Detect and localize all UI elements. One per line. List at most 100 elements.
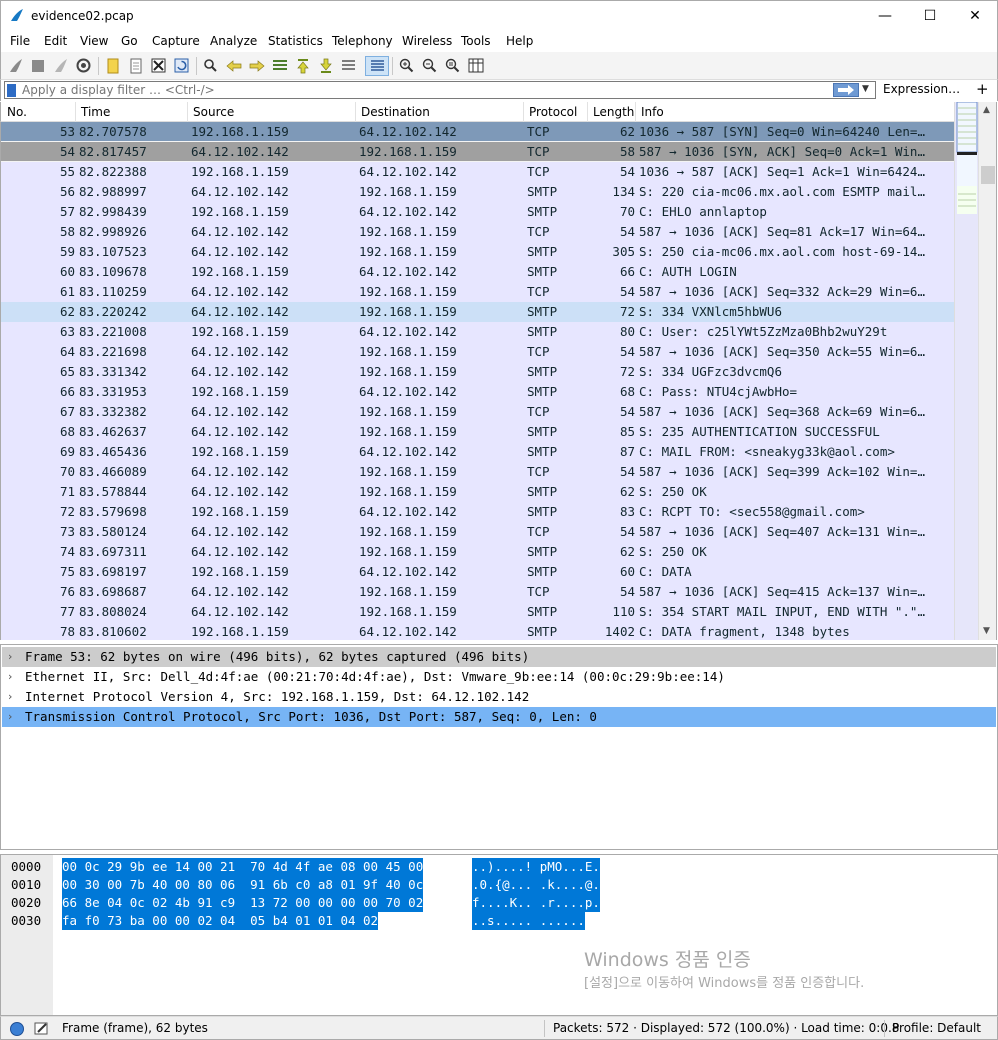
minimize-button[interactable]: — [862,1,908,31]
go-back-icon[interactable] [225,57,242,74]
packet-cell-time: 83.578844 [79,484,147,499]
start-capture-icon[interactable] [7,57,24,74]
packet-row[interactable]: 57 82.998439 192.168.1.159 64.12.102.142 SMT… [1,202,954,222]
packet-row[interactable]: 75 83.698197 192.168.1.159 64.12.102.142 SMT… [1,562,954,582]
display-filter-input[interactable] [22,83,822,97]
expand-arrow-icon[interactable]: › [8,667,12,687]
menu-telephony[interactable]: Telephony [332,34,393,48]
packet-cell-len: 85 [619,424,635,439]
packet-row[interactable]: 69 83.465436 192.168.1.159 64.12.102.142 SMT… [1,442,954,462]
packet-row[interactable]: 56 82.988997 64.12.102.142 192.168.1.159 SMT… [1,182,954,202]
packet-row[interactable]: 61 83.110259 64.12.102.142 192.168.1.159 TCP… [1,282,954,302]
packet-row[interactable]: 77 83.808024 64.12.102.142 192.168.1.159 SMT… [1,602,954,622]
packet-cell-no: 75 [59,564,75,579]
menu-analyze[interactable]: Analyze [210,34,257,48]
packet-row[interactable]: 67 83.332382 64.12.102.142 192.168.1.159 TCP… [1,402,954,422]
packet-row[interactable]: 53 82.707578 192.168.1.159 64.12.102.142 TCP… [1,122,954,142]
find-packet-icon[interactable] [202,57,219,74]
byte-hex[interactable]: fa f0 73 ba 00 00 02 04 05 b4 01 01 04 0… [62,912,379,930]
column-info[interactable]: Info [641,105,664,119]
packet-row[interactable]: 76 83.698687 64.12.102.142 192.168.1.159 TCP… [1,582,954,602]
packet-row[interactable]: 74 83.697311 64.12.102.142 192.168.1.159 SMT… [1,542,954,562]
packet-row[interactable]: 78 83.810602 192.168.1.159 64.12.102.142 SMT… [1,622,954,640]
byte-ascii[interactable]: ..s..... ...... [472,912,585,930]
column-time[interactable]: Time [81,105,110,119]
column-source[interactable]: Source [193,105,234,119]
byte-hex[interactable]: 66 8e 04 0c 02 4b 91 c9 13 72 00 00 00 0… [62,894,424,912]
packet-row[interactable]: 64 83.221698 64.12.102.142 192.168.1.159 TCP… [1,342,954,362]
menu-help[interactable]: Help [506,34,533,48]
column-length[interactable]: Length [593,105,634,119]
last-packet-icon[interactable] [317,57,334,74]
detail-tree-item[interactable]: › Ethernet II, Src: Dell_4d:4f:ae (00:21:… [2,667,996,687]
open-file-icon[interactable] [104,57,121,74]
save-file-icon[interactable] [127,57,144,74]
packet-row[interactable]: 58 82.998926 64.12.102.142 192.168.1.159 TCP… [1,222,954,242]
expression-button[interactable]: Expression… [883,82,960,96]
menu-edit[interactable]: Edit [44,34,67,48]
add-filter-button[interactable]: + [976,80,989,98]
capture-options-icon[interactable] [75,57,92,74]
go-to-packet-icon[interactable] [271,57,288,74]
menu-wireless[interactable]: Wireless [402,34,452,48]
packet-row[interactable]: 54 82.817457 64.12.102.142 192.168.1.159 TCP… [1,142,954,162]
restart-capture-icon[interactable] [52,57,69,74]
packet-row[interactable]: 73 83.580124 64.12.102.142 192.168.1.159 TCP… [1,522,954,542]
normal-size-icon[interactable] [444,57,461,74]
zoom-out-icon[interactable] [421,57,438,74]
resize-columns-icon[interactable] [467,57,484,74]
expand-arrow-icon[interactable]: › [8,647,12,667]
go-forward-icon[interactable] [248,57,265,74]
status-profile[interactable]: Profile: Default [892,1021,981,1035]
scroll-up-icon[interactable]: ▲ [983,105,990,115]
menu-capture[interactable]: Capture [152,34,200,48]
scroll-down-icon[interactable]: ▼ [983,626,990,636]
packet-row[interactable]: 71 83.578844 64.12.102.142 192.168.1.159 SMT… [1,482,954,502]
packet-row[interactable]: 72 83.579698 192.168.1.159 64.12.102.142 SMT… [1,502,954,522]
filter-dropdown-icon[interactable]: ▼ [862,84,869,94]
menu-file[interactable]: File [10,34,30,48]
close-file-icon[interactable] [150,57,167,74]
detail-tree-item[interactable]: › Transmission Control Protocol, Src Port… [2,707,996,727]
expand-arrow-icon[interactable]: › [8,687,12,707]
packet-row[interactable]: 55 82.822388 192.168.1.159 64.12.102.142 TCP… [1,162,954,182]
bookmark-icon[interactable] [7,84,16,97]
packet-row[interactable]: 65 83.331342 64.12.102.142 192.168.1.159 SMT… [1,362,954,382]
detail-tree-item[interactable]: › Frame 53: 62 bytes on wire (496 bits), … [2,647,996,667]
packet-row[interactable]: 68 83.462637 64.12.102.142 192.168.1.159 SMT… [1,422,954,442]
menu-statistics[interactable]: Statistics [268,34,323,48]
maximize-button[interactable]: ☐ [907,1,953,31]
packet-row[interactable]: 60 83.109678 192.168.1.159 64.12.102.142 SMT… [1,262,954,282]
column-destination[interactable]: Destination [361,105,430,119]
apply-filter-button[interactable] [833,83,859,97]
packet-row[interactable]: 70 83.466089 64.12.102.142 192.168.1.159 TCP… [1,462,954,482]
byte-ascii[interactable]: .0.{@... .k....@. [472,876,600,894]
column-no[interactable]: No. [7,105,27,119]
comment-icon[interactable] [34,1021,49,1039]
packet-row[interactable]: 62 83.220242 64.12.102.142 192.168.1.159 SMT… [1,302,954,322]
stop-capture-icon[interactable] [29,57,46,74]
menu-go[interactable]: Go [121,34,138,48]
packet-minimap[interactable] [954,102,978,640]
auto-scroll-icon[interactable] [340,57,357,74]
byte-hex[interactable]: 00 0c 29 9b ee 14 00 21 70 4d 4f ae 08 0… [62,858,424,876]
packet-row[interactable]: 66 83.331953 192.168.1.159 64.12.102.142 SMT… [1,382,954,402]
close-button[interactable]: ✕ [952,1,998,31]
packet-list-scrollbar[interactable]: ▲ ▼ [978,102,997,640]
packet-row[interactable]: 63 83.221008 192.168.1.159 64.12.102.142 SMT… [1,322,954,342]
first-packet-icon[interactable] [294,57,311,74]
detail-tree-item[interactable]: › Internet Protocol Version 4, Src: 192.1… [2,687,996,707]
reload-file-icon[interactable] [173,57,190,74]
byte-ascii[interactable]: ..)....! pMO...E. [472,858,600,876]
column-protocol[interactable]: Protocol [529,105,577,119]
colorize-icon[interactable] [365,56,389,76]
byte-ascii[interactable]: f....K.. .r....p. [472,894,600,912]
scrollbar-thumb[interactable] [981,166,995,184]
expert-info-icon[interactable] [10,1022,24,1036]
byte-hex[interactable]: 00 30 00 7b 40 00 80 06 91 6b c0 a8 01 9… [62,876,424,894]
expand-arrow-icon[interactable]: › [8,707,12,727]
zoom-in-icon[interactable] [398,57,415,74]
menu-tools[interactable]: Tools [461,34,491,48]
menu-view[interactable]: View [80,34,108,48]
packet-row[interactable]: 59 83.107523 64.12.102.142 192.168.1.159 SMT… [1,242,954,262]
